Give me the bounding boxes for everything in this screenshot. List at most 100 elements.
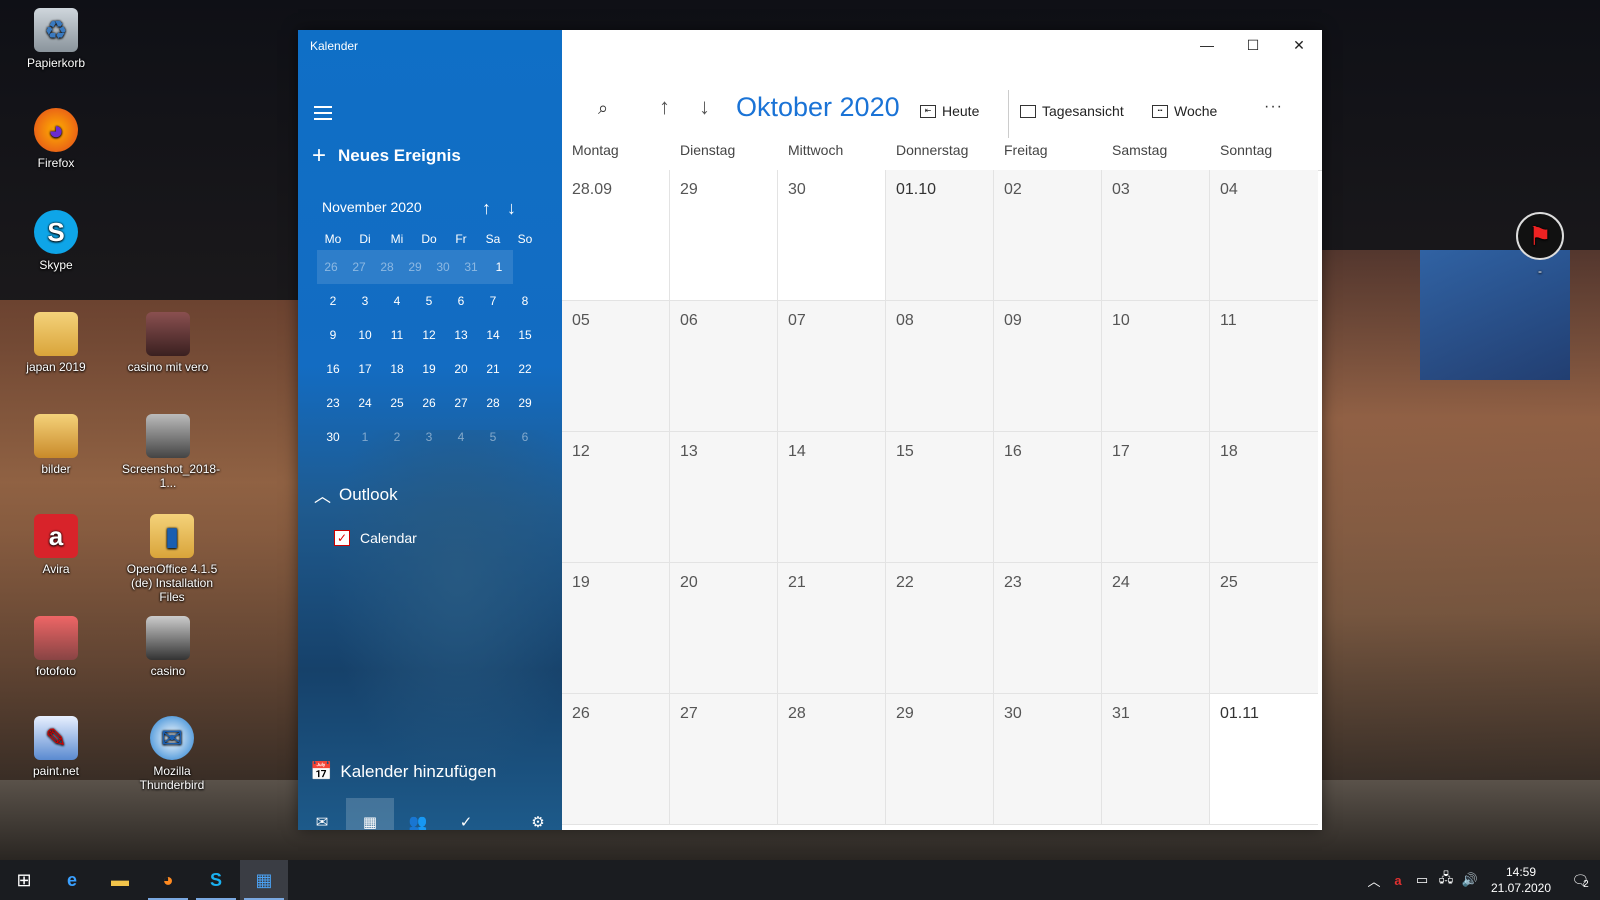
day-cell[interactable]: 28: [778, 694, 886, 825]
search-icon[interactable]: ⌕: [598, 98, 608, 119]
desktop-icon-skype[interactable]: S Skype: [10, 210, 102, 272]
previous-month-arrow-icon[interactable]: ↑: [659, 94, 670, 120]
mini-day[interactable]: 30: [317, 420, 349, 454]
mini-day[interactable]: 3: [349, 284, 381, 318]
mini-day[interactable]: 26: [413, 386, 445, 420]
calendar-toggle[interactable]: ✓ Calendar: [334, 530, 417, 546]
day-cell[interactable]: 07: [778, 301, 886, 432]
mini-day[interactable]: 4: [381, 284, 413, 318]
desktop-icon-screenshot[interactable]: Screenshot_2018-1...: [122, 414, 220, 490]
day-cell[interactable]: 29: [886, 694, 994, 825]
network-icon[interactable]: 🖧: [1434, 860, 1458, 900]
mini-day[interactable]: 2: [317, 284, 349, 318]
day-cell[interactable]: 20: [670, 563, 778, 694]
mini-day[interactable]: 6: [445, 284, 477, 318]
mini-day[interactable]: 29: [401, 250, 429, 284]
day-cell[interactable]: 17: [1102, 432, 1210, 563]
volume-icon[interactable]: 🔊: [1458, 860, 1482, 900]
mini-day[interactable]: 16: [317, 352, 349, 386]
day-cell[interactable]: 05: [562, 301, 670, 432]
desktop-icon-japan-2019[interactable]: japan 2019: [10, 312, 102, 374]
notification-center-icon[interactable]: 🗨 2: [1560, 860, 1600, 900]
mini-day[interactable]: 10: [349, 318, 381, 352]
arrow-up-icon[interactable]: ↑: [482, 198, 491, 219]
mini-day[interactable]: 4: [445, 420, 477, 454]
day-cell[interactable]: 28.09: [562, 170, 670, 301]
day-cell[interactable]: 16: [994, 432, 1102, 563]
desktop-icon-recycle-bin[interactable]: ♻ Papierkorb: [10, 8, 102, 70]
desktop-icon-fotofoto[interactable]: fotofoto: [10, 616, 102, 678]
outlook-account-header[interactable]: ︿ Outlook: [314, 482, 398, 507]
day-cell[interactable]: 30: [994, 694, 1102, 825]
mini-day[interactable]: 5: [413, 284, 445, 318]
day-cell[interactable]: 15: [886, 432, 994, 563]
mini-day[interactable]: 21: [477, 352, 509, 386]
day-cell[interactable]: 24: [1102, 563, 1210, 694]
day-cell[interactable]: 18: [1210, 432, 1318, 563]
windows-start-icon[interactable]: ⊞: [0, 860, 48, 900]
new-event-button[interactable]: + Neues Ereignis: [312, 144, 461, 168]
week-button[interactable]: ┅ Woche: [1152, 103, 1217, 119]
day-cell[interactable]: 22: [886, 563, 994, 694]
mini-day[interactable]: 3: [413, 420, 445, 454]
mini-day[interactable]: 12: [413, 318, 445, 352]
day-cell[interactable]: 26: [562, 694, 670, 825]
mini-day[interactable]: 2: [381, 420, 413, 454]
day-cell[interactable]: 02: [994, 170, 1102, 301]
mini-day[interactable]: 14: [477, 318, 509, 352]
day-cell[interactable]: 14: [778, 432, 886, 563]
mini-day[interactable]: 28: [477, 386, 509, 420]
calendar-checkbox[interactable]: ✓: [334, 530, 350, 546]
day-view-button[interactable]: Tagesansicht: [1020, 103, 1124, 119]
mini-day[interactable]: 17: [349, 352, 381, 386]
day-cell[interactable]: 27: [670, 694, 778, 825]
mini-day[interactable]: 8: [509, 284, 541, 318]
mini-day[interactable]: 23: [317, 386, 349, 420]
clock[interactable]: 14:59 21.07.2020: [1482, 864, 1560, 896]
mail-icon[interactable]: ✉: [298, 798, 346, 830]
desktop-icon-paint-net[interactable]: ✎ paint.net: [10, 716, 102, 778]
mini-day[interactable]: 27: [445, 386, 477, 420]
mini-day[interactable]: 6: [509, 420, 541, 454]
calendar-icon[interactable]: ▦: [346, 798, 394, 830]
day-cell[interactable]: 03: [1102, 170, 1210, 301]
day-cell[interactable]: 08: [886, 301, 994, 432]
desktop-icon-bilder[interactable]: bilder: [10, 414, 102, 476]
day-cell[interactable]: 30: [778, 170, 886, 301]
mini-day[interactable]: 13: [445, 318, 477, 352]
arrow-down-icon[interactable]: ↓: [507, 198, 516, 219]
firefox-taskbar-icon[interactable]: ◕: [144, 860, 192, 900]
mini-day[interactable]: 25: [381, 386, 413, 420]
day-cell[interactable]: 31: [1102, 694, 1210, 825]
desktop-icon-firefox[interactable]: ◕ Firefox: [10, 108, 102, 170]
mini-day[interactable]: 29: [509, 386, 541, 420]
next-month-arrow-icon[interactable]: ↓: [699, 94, 710, 120]
mini-day[interactable]: 7: [477, 284, 509, 318]
maximize-icon[interactable]: ☐: [1230, 30, 1276, 60]
mini-day[interactable]: 1: [349, 420, 381, 454]
day-cell[interactable]: 11: [1210, 301, 1318, 432]
mini-day[interactable]: 9: [317, 318, 349, 352]
day-cell[interactable]: 13: [670, 432, 778, 563]
mini-day[interactable]: 20: [445, 352, 477, 386]
day-cell[interactable]: 10: [1102, 301, 1210, 432]
minimize-icon[interactable]: —: [1184, 30, 1230, 60]
mini-day[interactable]: 11: [381, 318, 413, 352]
day-cell[interactable]: 29: [670, 170, 778, 301]
menu-icon[interactable]: [314, 106, 332, 120]
mini-day[interactable]: 1: [485, 250, 513, 284]
day-cell[interactable]: 25: [1210, 563, 1318, 694]
day-cell[interactable]: 23: [994, 563, 1102, 694]
day-cell[interactable]: 12: [562, 432, 670, 563]
mini-day[interactable]: 27: [345, 250, 373, 284]
avira-tray-icon[interactable]: a: [1386, 860, 1410, 900]
skype-taskbar-icon[interactable]: S: [192, 860, 240, 900]
battery-icon[interactable]: ▭: [1410, 860, 1434, 900]
calendar-taskbar-icon[interactable]: ▦: [240, 860, 288, 900]
day-cell[interactable]: 19: [562, 563, 670, 694]
desktop-icon-avira[interactable]: a Avira: [10, 514, 102, 576]
mini-day[interactable]: 15: [509, 318, 541, 352]
settings-gear-icon[interactable]: ⚙: [514, 798, 562, 830]
day-cell[interactable]: 01.10: [886, 170, 994, 301]
day-cell[interactable]: 21: [778, 563, 886, 694]
